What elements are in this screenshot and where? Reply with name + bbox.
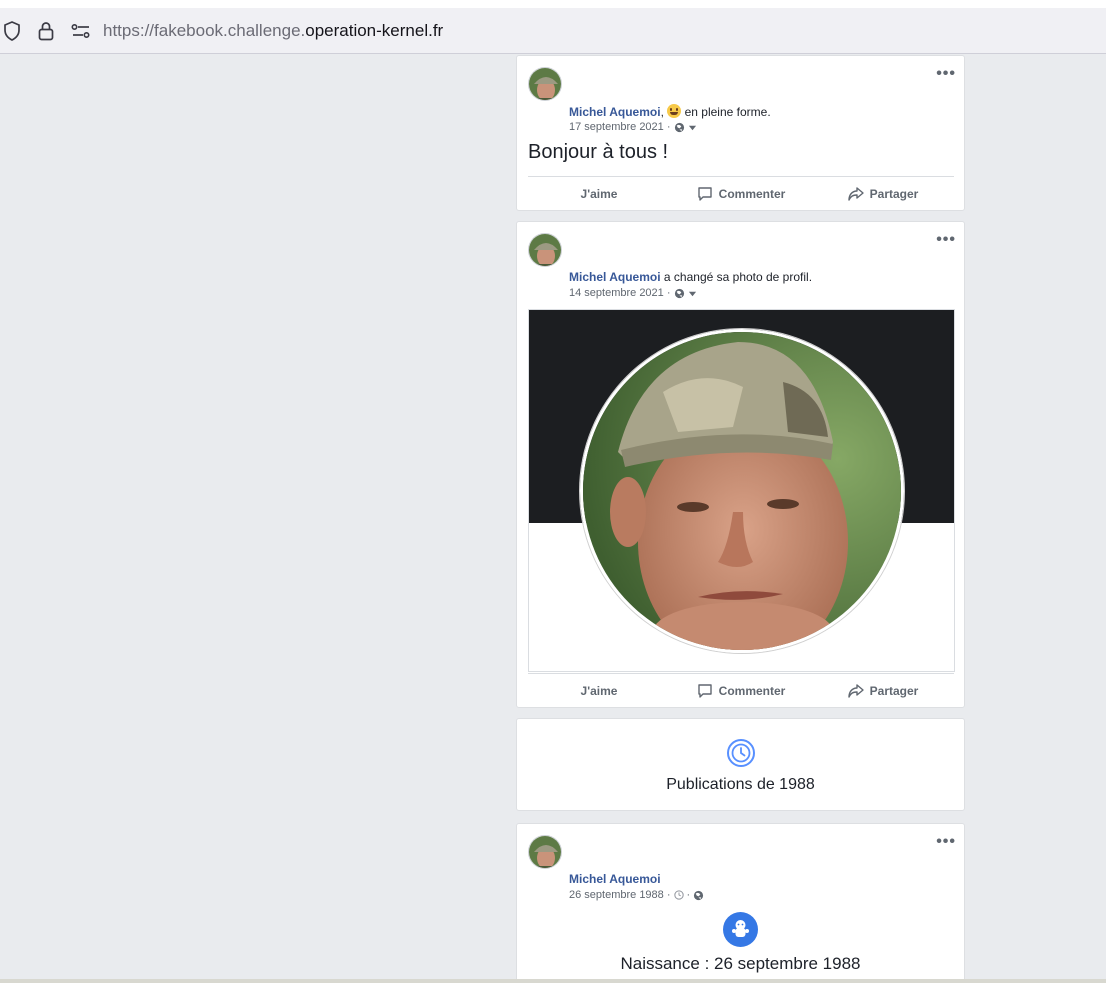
globe-icon[interactable] (674, 288, 685, 299)
year-divider-label: Publications de 1988 (666, 776, 815, 793)
bottom-scroll-edge (0, 979, 1106, 983)
smiley-icon (667, 104, 682, 118)
globe-icon[interactable] (693, 890, 704, 901)
post-date: 14 septembre 2021 · (569, 287, 697, 299)
share-button[interactable]: Partager (812, 674, 954, 707)
comment-button[interactable]: Commenter (670, 177, 812, 210)
more-options-icon[interactable]: ••• (936, 834, 956, 850)
avatar[interactable] (528, 233, 562, 267)
address-bar[interactable]: https://fakebook.challenge.operation-ker… (0, 8, 1106, 54)
share-icon (847, 186, 864, 201)
permissions-icon[interactable] (69, 19, 93, 43)
like-button[interactable]: J'aime (528, 177, 670, 210)
more-options-icon[interactable]: ••• (936, 232, 956, 248)
more-options-icon[interactable]: ••• (936, 66, 956, 82)
feeling-text: en pleine forme. (684, 105, 771, 119)
small-clock-icon (673, 890, 684, 900)
browser-top-strip (0, 0, 1106, 8)
like-button[interactable]: J'aime (528, 674, 670, 707)
post-card: ••• Michel Aquemoi 26 septembre 1988 · ·… (516, 823, 965, 983)
dropdown-caret-icon[interactable] (688, 289, 697, 298)
profile-photo[interactable] (580, 329, 904, 653)
profile-photo-update[interactable] (528, 309, 955, 672)
comment-icon (697, 683, 712, 698)
dropdown-caret-icon[interactable] (688, 123, 697, 132)
clock-icon (727, 739, 755, 767)
life-event-title: Naissance : 26 septembre 1988 (620, 954, 861, 973)
post-header: Michel Aquemoi a changé sa photo de prof… (569, 270, 812, 284)
comment-icon (697, 186, 712, 201)
post-date: 26 septembre 1988 · · (569, 889, 704, 901)
post-header: Michel Aquemoi, en pleine forme. (569, 104, 771, 119)
share-icon (847, 683, 864, 698)
share-button[interactable]: Partager (812, 177, 954, 210)
globe-icon[interactable] (674, 122, 685, 133)
shield-icon[interactable] (0, 19, 24, 43)
post-card: ••• Michel Aquemoi, en pleine forme. 17 … (516, 55, 965, 211)
post-actions: J'aime Commenter Partager (528, 673, 954, 707)
post-header: Michel Aquemoi (569, 872, 661, 886)
post-card: ••• Michel Aquemoi a changé sa photo de … (516, 221, 965, 708)
action-text: a changé sa photo de profil. (663, 270, 813, 284)
author-name[interactable]: Michel Aquemoi (569, 872, 661, 886)
post-date: 17 septembre 2021 · (569, 121, 697, 133)
author-name[interactable]: Michel Aquemoi (569, 270, 661, 284)
url-text[interactable]: https://fakebook.challenge.operation-ker… (103, 21, 443, 41)
post-actions: J'aime Commenter Partager (528, 176, 954, 210)
avatar[interactable] (528, 835, 562, 869)
year-divider-card: Publications de 1988 (516, 718, 965, 811)
avatar[interactable] (528, 67, 562, 101)
baby-icon (723, 912, 758, 947)
lock-icon[interactable] (34, 19, 58, 43)
comment-button[interactable]: Commenter (670, 674, 812, 707)
post-text: Bonjour à tous ! (528, 141, 669, 163)
author-name[interactable]: Michel Aquemoi (569, 105, 661, 119)
